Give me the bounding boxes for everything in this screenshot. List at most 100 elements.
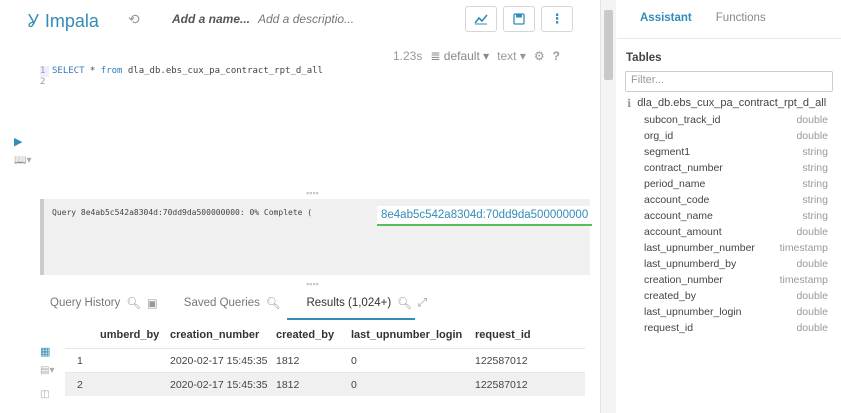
row-number: 1 [77, 354, 83, 367]
table-cell: 122587012 [475, 378, 528, 391]
impala-icon: Ỿ [28, 11, 39, 31]
snippet-book-icon[interactable]: 📖▾ [14, 155, 31, 166]
expand-icon[interactable]: ⤢ [418, 297, 427, 310]
table-row[interactable]: 1 2020-02-17 15:45:35 1812 0 122587012 [65, 348, 585, 372]
column-entry[interactable]: last_upnumber_number timestamp [644, 240, 828, 256]
column-entry[interactable]: account_name string [644, 208, 828, 224]
more-options-button[interactable]: ⋮ [541, 6, 573, 32]
column-type: string [802, 178, 828, 190]
column-type: timestamp [779, 274, 828, 286]
mode-label: text [497, 49, 517, 63]
column-entry[interactable]: created_by double [644, 288, 828, 304]
line-gutter: 1 2 [40, 66, 49, 88]
vertical-ellipsis-icon: ⋮ [550, 11, 564, 26]
tab-functions[interactable]: Functions [716, 12, 766, 24]
column-name: account_amount [644, 226, 722, 238]
column-name: contract_number [644, 162, 723, 174]
column-header[interactable]: request_id [475, 329, 550, 341]
log-resize-handle[interactable]: ▪▪▪▪ [40, 279, 585, 289]
log-text: Query 8e4ab5c542a8304d:70dd9da500000000:… [52, 208, 313, 217]
column-type: double [796, 114, 828, 126]
save-button[interactable] [503, 6, 535, 32]
tab-saved-queries[interactable]: Saved Queries 🔍︎ [184, 296, 281, 310]
table-row[interactable]: 2 2020-02-17 15:45:35 1812 0 122587012 [65, 372, 585, 396]
column-entry[interactable]: last_upnumberd_by double [644, 256, 828, 272]
column-entry[interactable]: last_upnumber_login double [644, 304, 828, 320]
line-number: 1 [40, 66, 49, 77]
column-entry[interactable]: request_id double [644, 320, 828, 336]
query-description-field[interactable]: Add a descriptio... [258, 12, 354, 26]
tab-query-history[interactable]: Query History 🔍︎ ▣ [50, 296, 158, 310]
tables-heading: Tables [626, 52, 662, 64]
column-entry[interactable]: subcon_track_id double [644, 112, 828, 128]
chart-button[interactable] [465, 6, 497, 32]
play-icon[interactable]: ▶ [14, 135, 22, 148]
result-tabs: Query History 🔍︎ ▣ Saved Queries 🔍︎ Resu… [50, 296, 453, 311]
table-entry[interactable]: ℹ dla_db.ebs_cux_pa_contract_rpt_d_all [627, 97, 826, 110]
column-header[interactable]: created_by [276, 329, 351, 341]
row-number: 2 [77, 378, 83, 391]
column-name: last_upnumber_login [644, 306, 742, 318]
scrollbar-thumb[interactable] [604, 10, 613, 80]
column-name: creation_number [644, 274, 723, 286]
column-entry[interactable]: period_name string [644, 176, 828, 192]
column-header[interactable]: last_upnumber_login [351, 329, 475, 341]
column-entry[interactable]: creation_number timestamp [644, 272, 828, 288]
columns-icon[interactable]: ◫ [40, 389, 49, 400]
tab-results[interactable]: Results (1,024+) 🔍︎ ⤢ [306, 296, 427, 311]
column-entry[interactable]: org_id double [644, 128, 828, 144]
app-logo[interactable]: Ỿ Impala [28, 9, 99, 33]
search-icon[interactable]: 🔍︎ [266, 296, 281, 310]
column-entry[interactable]: account_code string [644, 192, 828, 208]
calendar-icon[interactable]: ▣ [147, 296, 158, 310]
column-header[interactable]: creation_number [170, 329, 276, 341]
column-name: last_upnumber_number [644, 242, 755, 254]
column-name: segment1 [644, 146, 691, 158]
code-line: SELECT * from dla_db.ebs_cux_pa_contract… [52, 66, 323, 77]
tab-assistant[interactable]: Assistant [640, 12, 692, 24]
column-type: double [796, 226, 828, 238]
assistant-panel: Assistant Functions Tables Filter... ℹ d… [617, 0, 841, 413]
line-chart-icon [474, 14, 488, 25]
column-entry[interactable]: segment1 string [644, 144, 828, 160]
column-entry[interactable]: account_amount double [644, 224, 828, 240]
column-type: double [796, 306, 828, 318]
editor-resize-handle[interactable]: ▪▪▪▪ [40, 188, 585, 198]
grid-view-icon[interactable]: ▦ [40, 345, 50, 358]
table-cell: 0 [351, 378, 357, 391]
query-id-tooltip: 8e4ab5c542a8304d:70dd9da500000000 [377, 206, 593, 226]
tab-label: Results (1,024+) [306, 297, 392, 309]
history-icon[interactable]: ⟲ [128, 11, 140, 28]
results-grid: umberd_by creation_number created_by las… [65, 322, 585, 396]
search-icon[interactable]: 🔍︎ [397, 296, 412, 310]
column-type: string [802, 162, 828, 174]
column-name: last_upnumberd_by [644, 258, 737, 270]
chart-view-icon[interactable]: ▤▾ [40, 365, 54, 376]
column-type: timestamp [779, 242, 828, 254]
caret-down-icon: ▾ [483, 49, 490, 63]
sql-editor[interactable]: 1 2 SELECT * from dla_db.ebs_cux_pa_cont… [40, 66, 585, 176]
divider [617, 38, 841, 39]
table-cell: 2020-02-17 15:45:35 [170, 378, 268, 391]
help-icon[interactable]: ? [553, 49, 560, 63]
column-type: double [796, 258, 828, 270]
caret-down-icon: ▾ [519, 49, 526, 63]
save-icon [513, 13, 525, 25]
top-bar: Ỿ Impala ⟲ Add a name... Add a descripti… [0, 0, 600, 40]
info-icon[interactable]: ℹ [627, 97, 631, 110]
assistant-tabs: Assistant Functions [640, 12, 766, 24]
query-name-field[interactable]: Add a name... [172, 12, 250, 26]
database-icon: ≣ [430, 49, 441, 63]
mode-selector[interactable]: text ▾ [497, 49, 526, 63]
settings-gear-icon[interactable]: ⚙ [534, 49, 545, 63]
execution-time: 1.23s [393, 49, 423, 63]
table-cell: 1812 [276, 378, 300, 391]
sql-keyword: SELECT [52, 66, 85, 76]
column-entry[interactable]: contract_number string [644, 160, 828, 176]
vertical-scrollbar[interactable] [600, 0, 616, 413]
sql-text: * [84, 66, 101, 76]
column-header[interactable]: umberd_by [100, 329, 170, 341]
database-selector[interactable]: ≣ default ▾ [430, 49, 489, 63]
search-icon[interactable]: 🔍︎ [126, 296, 141, 310]
filter-input[interactable]: Filter... [625, 71, 833, 92]
